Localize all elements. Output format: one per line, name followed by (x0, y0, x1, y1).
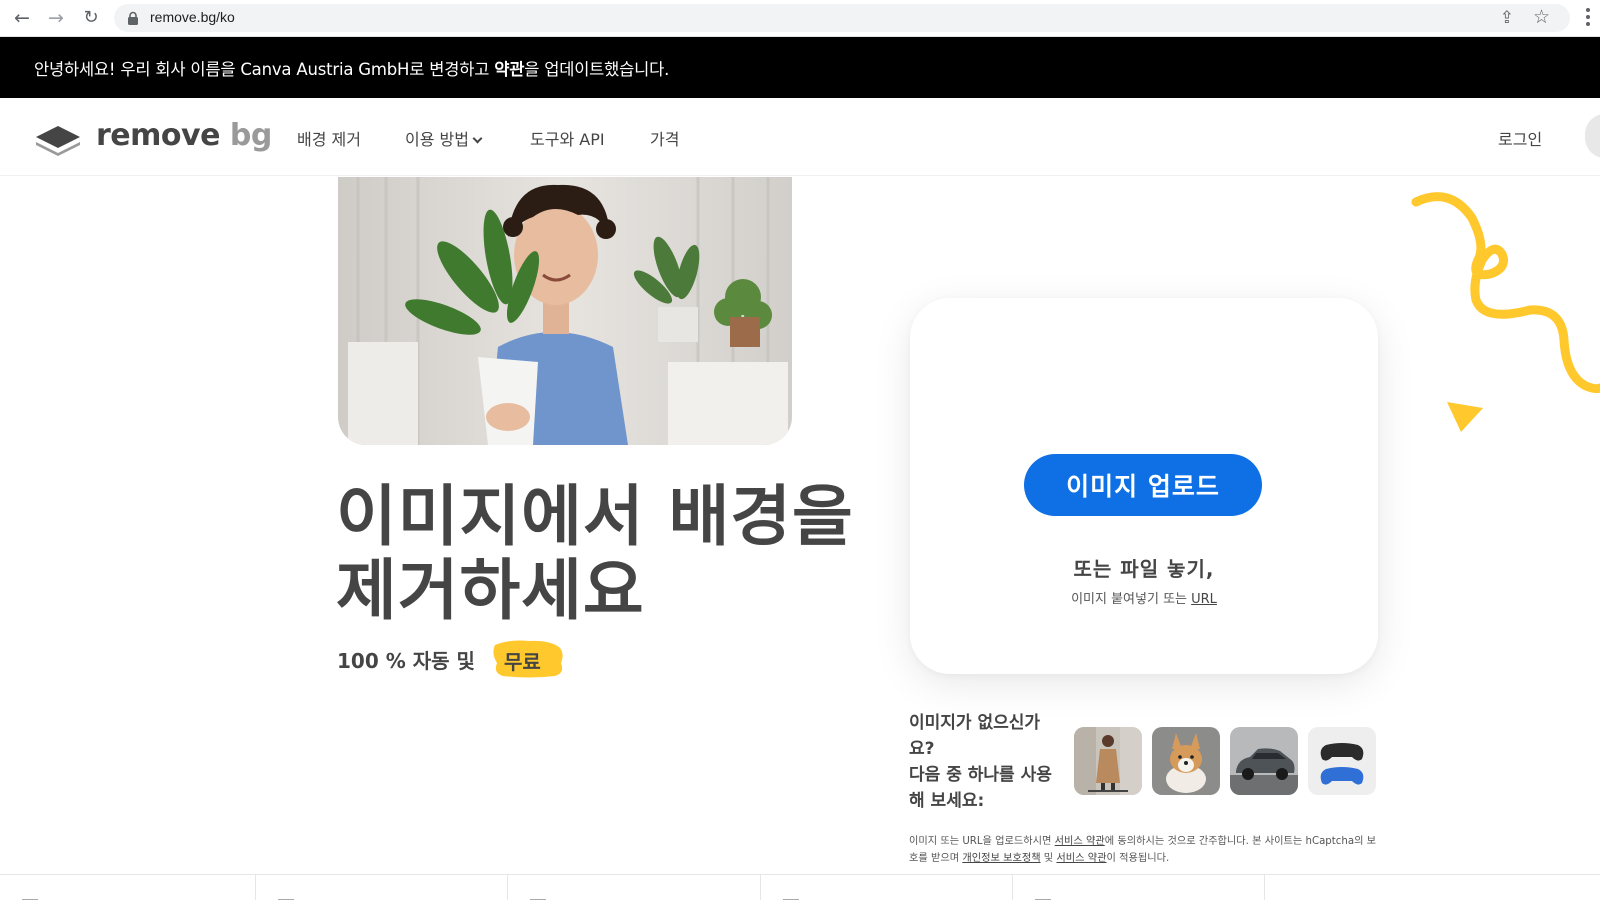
legal-notice: 이미지 또는 URL을 업로드하시면 서비스 약관에 동의하시는 것으로 간주합… (909, 833, 1379, 867)
bottom-section-strip (0, 874, 1600, 900)
legal-text-3: 및 (1040, 853, 1057, 864)
free-badge-label: 무료 (504, 650, 541, 674)
hero-subtitle: 100 % 자동 및 (337, 649, 475, 673)
no-image-line3: 다음 중 하나를 사용 (909, 765, 1052, 785)
strip-column (508, 875, 761, 900)
paste-text: 이미지 붙여넣기 또는 (1071, 592, 1192, 607)
logo-word-main: remove (96, 118, 220, 153)
banner-text-part2: 을 업데이트했습니다. (524, 60, 670, 79)
url-text[interactable]: remove.bg/ko (150, 9, 235, 25)
layers-logo-icon (36, 126, 80, 156)
back-arrow-icon[interactable]: ← (10, 6, 34, 30)
browser-toolbar: ← → ↻ remove.bg/ko ⇪ ☆ (0, 0, 1600, 37)
hero-image (338, 177, 792, 445)
site-header: remove bg 배경 제거 이용 방법 도구와 API 가격 로그인 (0, 98, 1600, 176)
squiggle-decoration-icon (1411, 192, 1600, 394)
login-link[interactable]: 로그인 (1498, 126, 1542, 150)
no-image-line4: 해 보세요: (909, 791, 985, 811)
lock-icon (128, 11, 138, 25)
terms-of-service-link-2[interactable]: 서비스 약관 (1056, 853, 1106, 864)
sample-thumb-woman[interactable] (1074, 727, 1142, 795)
logo-word-sub: bg (229, 118, 272, 153)
banner-text-part1: 안녕하세요! 우리 회사 이름을 Canva Austria GmbH로 변경하… (34, 60, 495, 79)
terms-link[interactable]: 약관 (494, 60, 524, 79)
no-image-line2: 요? (909, 739, 935, 759)
forward-arrow-icon[interactable]: → (44, 6, 68, 30)
logo[interactable]: remove bg (34, 118, 274, 156)
hero-title-line1: 이미지에서 배경을 (336, 478, 854, 555)
legal-text-1: 이미지 또는 URL을 업로드하시면 (909, 836, 1055, 847)
banner-text: 안녕하세요! 우리 회사 이름을 Canva Austria GmbH로 변경하… (34, 56, 669, 80)
paste-url-line: 이미지 붙여넣기 또는 URL (910, 588, 1378, 607)
signup-button[interactable] (1585, 114, 1600, 158)
triangle-decoration-icon (1447, 402, 1483, 432)
hero-title-line2: 제거하세요 (336, 552, 645, 629)
hero-title: 이미지에서 배경을 제거하세요 (336, 480, 854, 628)
nav-remove-background[interactable]: 배경 제거 (297, 126, 361, 150)
nav-pricing[interactable]: 가격 (650, 126, 679, 150)
drop-file-text: 또는 파일 놓기, (1073, 557, 1215, 581)
upload-image-button[interactable]: 이미지 업로드 (1024, 454, 1262, 516)
nav-how-to-use-label: 이용 방법 (405, 130, 469, 149)
no-image-prompt: 이미지가 없으신가 요? 다음 중 하나를 사용 해 보세요: (909, 710, 1069, 814)
strip-column (761, 875, 1013, 900)
sample-thumb-corgi[interactable] (1152, 727, 1220, 795)
sample-thumb-controllers[interactable] (1308, 727, 1376, 795)
legal-text-4: 이 적용됩니다. (1106, 853, 1170, 864)
logo-wordmark: remove bg (96, 118, 272, 153)
strip-column (0, 875, 256, 900)
no-image-line1: 이미지가 없으신가 (909, 713, 1041, 733)
chevron-down-icon (472, 133, 483, 144)
share-icon[interactable]: ⇪ (1500, 8, 1514, 28)
nav-tools-api[interactable]: 도구와 API (530, 126, 605, 150)
menu-dots-icon[interactable] (1586, 8, 1590, 28)
url-link[interactable]: URL (1191, 592, 1217, 607)
star-icon[interactable]: ☆ (1533, 6, 1550, 28)
announcement-banner: 안녕하세요! 우리 회사 이름을 Canva Austria GmbH로 변경하… (0, 37, 1600, 98)
nav-how-to-use[interactable]: 이용 방법 (405, 126, 483, 150)
reload-icon[interactable]: ↻ (79, 6, 103, 30)
strip-column (1013, 875, 1265, 900)
strip-column (256, 875, 508, 900)
privacy-policy-link[interactable]: 개인정보 보호정책 (962, 853, 1040, 864)
address-bar[interactable]: remove.bg/ko ⇪ ☆ (114, 4, 1570, 32)
terms-of-service-link[interactable]: 서비스 약관 (1055, 836, 1105, 847)
upload-card[interactable]: 이미지 업로드 또는 파일 놓기, 이미지 붙여넣기 또는 URL (910, 298, 1378, 674)
sample-thumb-car[interactable] (1230, 727, 1298, 795)
